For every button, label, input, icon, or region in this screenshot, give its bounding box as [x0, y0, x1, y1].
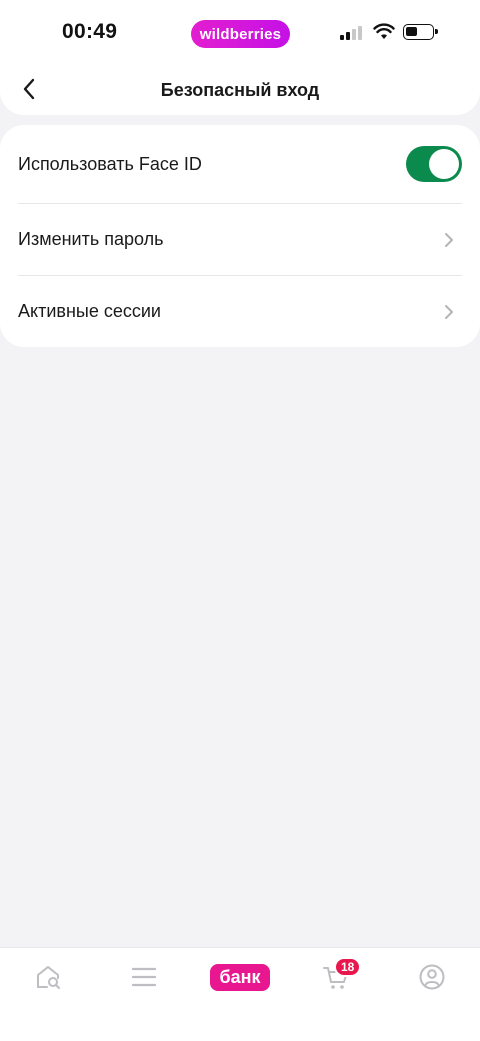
face-id-row[interactable]: Использовать Face ID	[0, 125, 480, 203]
nav-profile[interactable]	[410, 962, 454, 992]
nav-home[interactable]	[26, 962, 70, 992]
home-search-icon	[37, 966, 60, 989]
chevron-right-icon	[445, 304, 453, 319]
status-bar: 00:49 wildberries	[0, 0, 480, 64]
brand-badge: wildberries	[191, 20, 290, 48]
active-sessions-row[interactable]: Активные сессии	[0, 276, 480, 347]
wifi-icon	[373, 23, 395, 39]
top-bar: 00:49 wildberries Безопасный вход	[0, 0, 480, 115]
change-password-row[interactable]: Изменить пароль	[0, 204, 480, 275]
nav-catalog[interactable]	[122, 962, 166, 992]
cart-count-badge: 18	[334, 957, 362, 977]
header: Безопасный вход	[0, 64, 480, 115]
face-id-toggle[interactable]	[406, 146, 462, 182]
status-time: 00:49	[62, 20, 118, 43]
profile-icon	[419, 964, 445, 990]
nav-bank[interactable]: банк	[210, 964, 270, 991]
menu-icon	[131, 967, 157, 987]
chevron-right-icon	[445, 232, 453, 247]
active-sessions-label: Активные сессии	[18, 301, 161, 321]
battery-icon	[403, 24, 438, 40]
security-settings-card: Использовать Face ID Изменить пароль Акт…	[0, 125, 480, 347]
signal-icon	[340, 26, 366, 40]
page-title: Безопасный вход	[160, 80, 320, 100]
bottom-nav: банк 18	[0, 947, 480, 1041]
face-id-label: Использовать Face ID	[18, 153, 202, 174]
change-password-label: Изменить пароль	[18, 229, 164, 249]
